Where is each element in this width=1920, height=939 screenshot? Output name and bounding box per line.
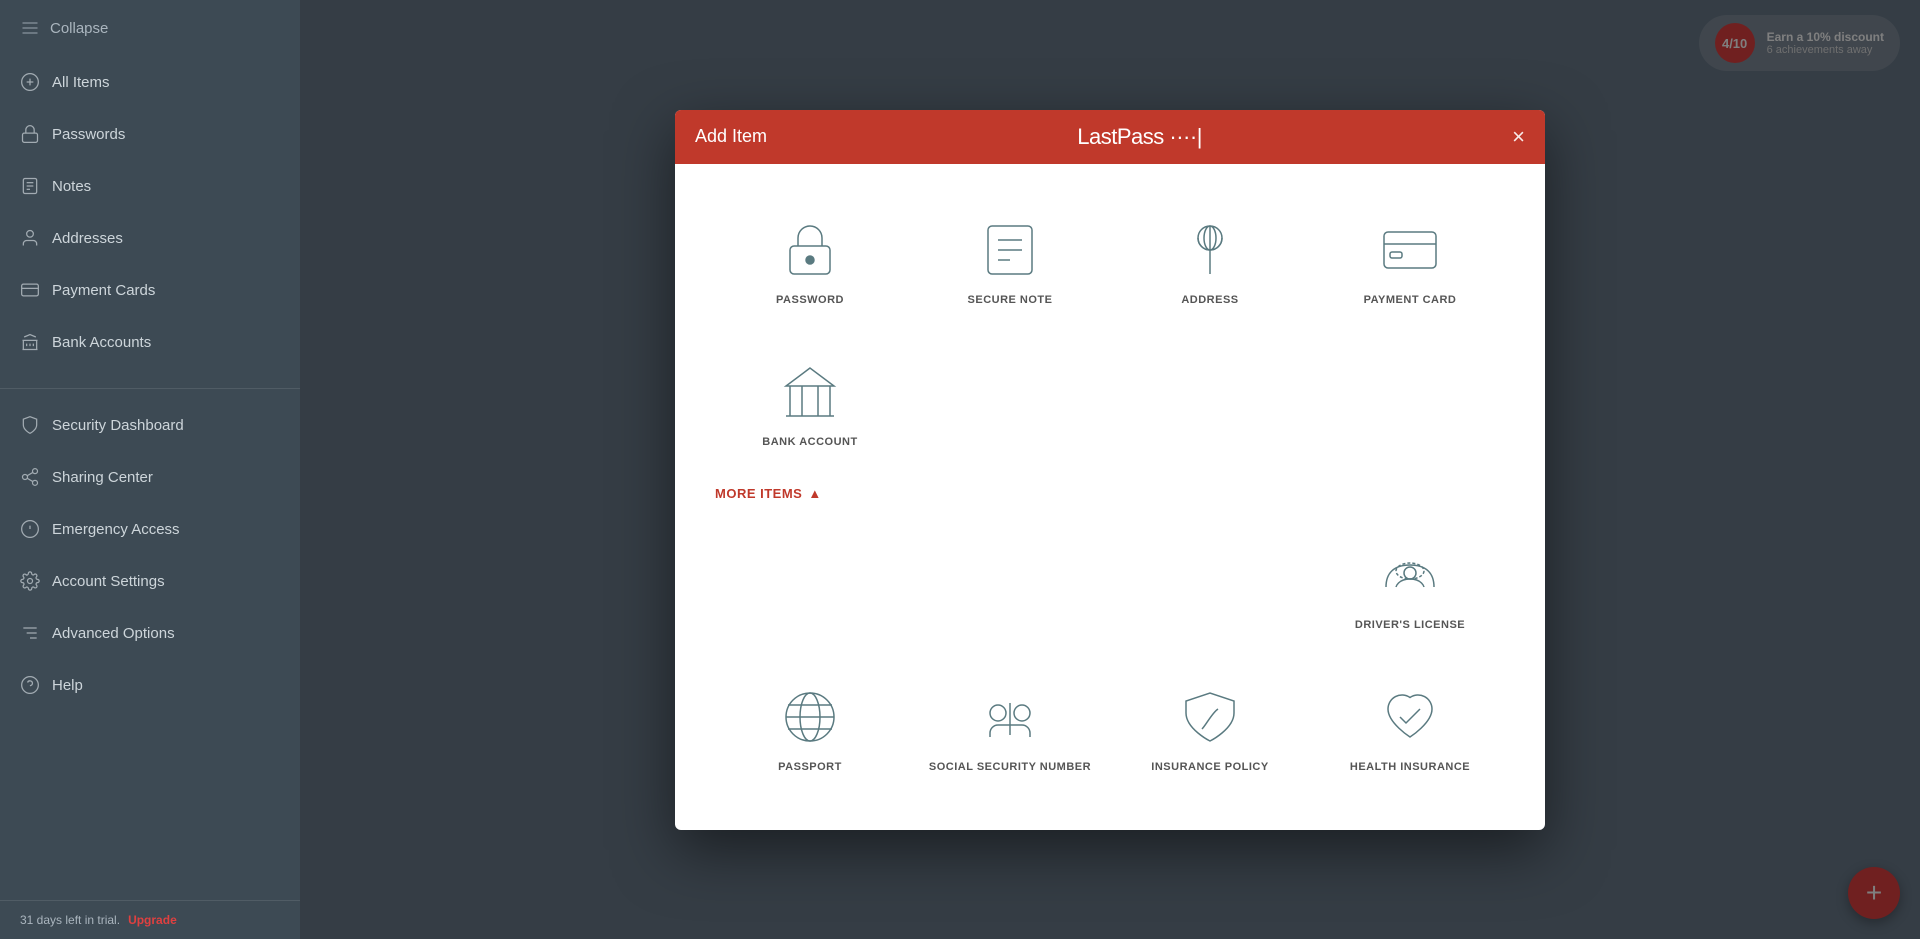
item-label: ADDRESS [1181,294,1238,306]
item-email-account[interactable]: EMAIL ACCOUNT [1115,803,1305,830]
item-label: PASSWORD [776,294,844,306]
sidebar-item-label: Passwords [52,126,125,143]
item-label: INSURANCE POLICY [1151,761,1268,773]
item-label: SOCIAL SECURITY NUMBER [929,761,1091,773]
more-items-section: MORE ITEMS ▲ [715,478,1505,509]
item-label: DRIVER'S LICENSE [1355,619,1465,631]
sidebar-item-help[interactable]: Help [0,659,300,711]
item-label: BANK ACCOUNT [762,436,857,448]
item-bank-account[interactable]: BANK ACCOUNT [715,336,905,468]
item-password[interactable]: PASSWORD [715,194,905,326]
sidebar-item-label: Payment Cards [52,282,155,299]
main-content: 4/10 Earn a 10% discount 6 achievements … [300,0,1920,939]
sidebar-item-advanced-options[interactable]: Advanced Options [0,607,300,659]
modal-title: Add Item [695,126,767,147]
sidebar-item-label: Emergency Access [52,521,180,538]
sidebar: Collapse All Items Passwords Notes Addre… [0,0,300,939]
sidebar-item-sharing-center[interactable]: Sharing Center [0,451,300,503]
item-secure-note[interactable]: SECURE NOTE [915,194,1105,326]
sidebar-item-label: Security Dashboard [52,417,184,434]
item-instant-messenger[interactable]: INSTANT MESSENGER [1315,803,1505,830]
sidebar-item-passwords[interactable]: Passwords [0,108,300,160]
sidebar-item-label: All Items [52,74,110,91]
sidebar-item-label: Help [52,677,83,694]
sidebar-item-label: Bank Accounts [52,334,151,351]
sidebar-item-label: Addresses [52,230,123,247]
collapse-button[interactable]: Collapse [0,0,300,56]
item-payment-card[interactable]: PAYMENT CARD [1315,194,1505,326]
close-button[interactable]: × [1512,126,1525,148]
item-label: SECURE NOTE [968,294,1053,306]
item-drivers-license[interactable]: DRIVER'S LICENSE [1315,519,1505,651]
modal-body: PASSWORD SECURE NOTE [675,164,1545,830]
modal-header: Add Item LastPass ····| × [675,110,1545,164]
item-insurance-policy[interactable]: INSURANCE POLICY [1115,661,1305,793]
sidebar-item-bank-accounts[interactable]: Bank Accounts [0,316,300,368]
modal-backdrop: Add Item LastPass ····| × [300,0,1920,939]
sidebar-item-label: Notes [52,178,91,195]
sidebar-item-label: Account Settings [52,573,165,590]
item-passport[interactable]: PASSPORT [715,661,905,793]
sidebar-item-payment-cards[interactable]: Payment Cards [0,264,300,316]
item-label: HEALTH INSURANCE [1350,761,1470,773]
item-label: PAYMENT CARD [1364,294,1457,306]
item-wifi-password[interactable]: WI-FI PASSWORD [915,803,1105,830]
item-address[interactable]: ADDRESS [1115,194,1305,326]
trial-info: 31 days left in trial. Upgrade [0,901,300,939]
sidebar-item-all-items[interactable]: All Items [0,56,300,108]
sidebar-item-label: Sharing Center [52,469,153,486]
more-items-button[interactable]: MORE ITEMS ▲ [715,486,822,501]
sidebar-item-security-dashboard[interactable]: Security Dashboard [0,399,300,451]
sidebar-item-account-settings[interactable]: Account Settings [0,555,300,607]
upgrade-button[interactable]: Upgrade [128,913,177,927]
item-ssn[interactable]: SOCIAL SECURITY NUMBER [915,661,1105,793]
sidebar-item-emergency-access[interactable]: Emergency Access [0,503,300,555]
collapse-label: Collapse [50,20,108,37]
item-membership[interactable]: MEMBERSHIP [715,803,905,830]
items-grid: PASSWORD SECURE NOTE [715,194,1505,830]
lastpass-logo: LastPass ····| [1077,124,1202,150]
add-item-modal: Add Item LastPass ····| × [675,110,1545,830]
sidebar-item-addresses[interactable]: Addresses [0,212,300,264]
sidebar-item-label: Advanced Options [52,625,175,642]
item-label: PASSPORT [778,761,842,773]
item-health-insurance[interactable]: HEALTH INSURANCE [1315,661,1505,793]
sidebar-item-notes[interactable]: Notes [0,160,300,212]
